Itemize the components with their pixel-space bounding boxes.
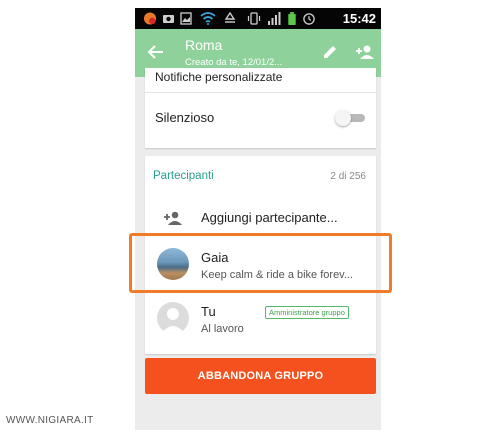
group-subtitle[interactable]: Creato da te, 12/01/2... (185, 57, 297, 68)
image-icon (180, 12, 192, 25)
add-person-icon (164, 211, 182, 225)
silent-toggle[interactable] (335, 110, 365, 126)
alarm-icon (303, 13, 315, 25)
add-participant-icon[interactable] (355, 43, 375, 61)
toggle-knob (335, 110, 351, 126)
edit-icon[interactable] (321, 43, 339, 61)
admin-badge: Amministratore gruppo (265, 306, 349, 319)
participants-header: Partecipanti (153, 170, 214, 182)
participant-row-tu[interactable]: Tu Amministratore gruppo Al lavoro (145, 296, 376, 346)
participants-count: 2 di 256 (330, 171, 366, 182)
status-bar: 15:42 (135, 8, 381, 29)
camera-icon (163, 15, 174, 23)
vibrate-icon (247, 12, 261, 25)
highlight-box (129, 233, 392, 293)
signal-icon (268, 12, 281, 25)
app-notification-icon (143, 12, 157, 25)
wifi-icon (200, 12, 216, 25)
status-time: 15:42 (342, 11, 376, 26)
group-title[interactable]: Roma (185, 37, 222, 53)
battery-icon (288, 12, 296, 25)
recycle-icon (224, 12, 236, 23)
default-avatar-icon (157, 302, 189, 334)
divider (145, 92, 376, 93)
add-participant-label: Aggiungi partecipante... (201, 210, 338, 225)
back-arrow-icon[interactable] (147, 43, 165, 61)
leave-group-button[interactable]: ABBANDONA GRUPPO (145, 358, 376, 394)
watermark: WWW.NIGIARA.IT (6, 415, 94, 426)
settings-card: Notifiche personalizzate Silenzioso (145, 68, 376, 148)
custom-notifications-item[interactable]: Notifiche personalizzate (155, 70, 282, 84)
participant-status: Al lavoro (201, 323, 244, 335)
silent-label: Silenzioso (155, 110, 215, 125)
phone-screen: 15:42 Roma Creato da te, 12/01/2... Noti… (135, 8, 381, 430)
participant-name: Tu (201, 304, 216, 319)
